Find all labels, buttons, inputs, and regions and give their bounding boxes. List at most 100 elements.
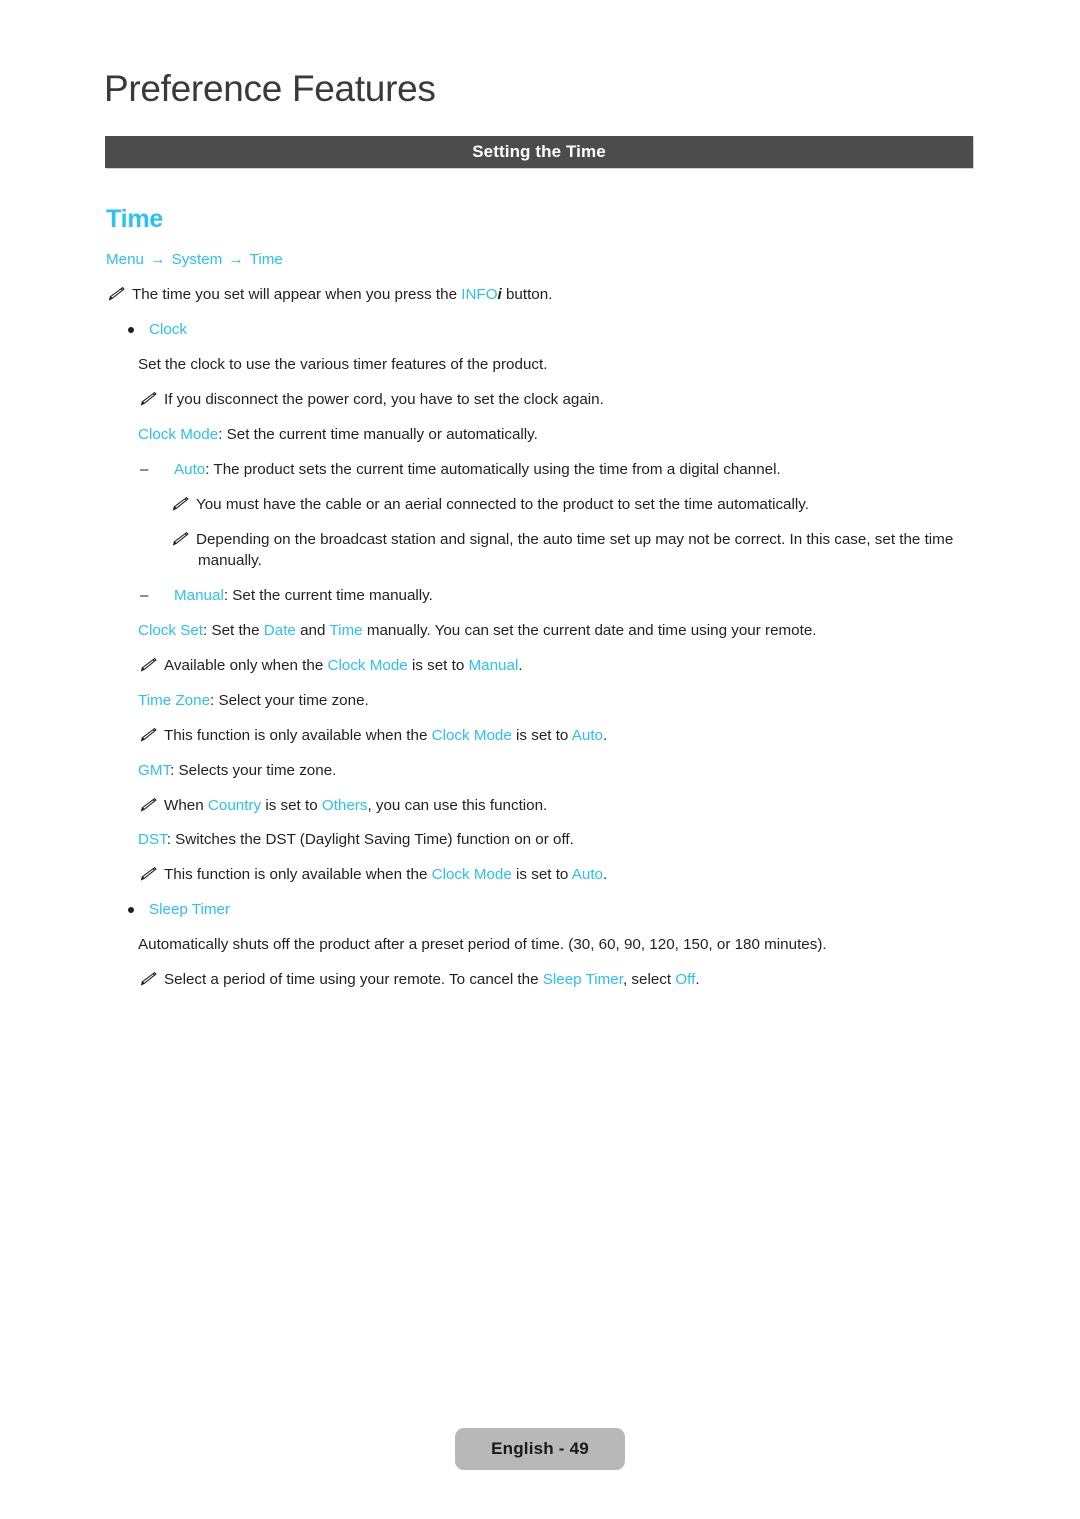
option-key-auto: Auto: [174, 460, 206, 478]
setting-key-dst: DST: [138, 831, 167, 849]
setting-clock-mode: Clock Mode: Set the current time manuall…: [138, 425, 986, 446]
setting-gmt: GMT: Selects your time zone.: [138, 761, 986, 782]
note-key-manual: Manual: [468, 656, 519, 674]
pencil-note-icon: [170, 496, 192, 511]
breadcrumb-item-time[interactable]: Time: [250, 251, 283, 268]
note-mid: , select: [622, 971, 676, 989]
note-pre: This function is only available when the: [164, 726, 432, 744]
note-key-off: Off: [675, 971, 696, 989]
setting-key-time: Time: [329, 621, 363, 639]
note-key-sleep-timer: Sleep Timer: [542, 971, 623, 989]
note-power-cord: If you disconnect the power cord, you ha…: [138, 390, 986, 411]
option-desc-manual: : Set the current time manually.: [223, 586, 433, 604]
bullet-dot-icon: [128, 907, 134, 914]
note-key-auto: Auto: [571, 726, 603, 744]
chapter-title: Preference Features: [104, 68, 436, 109]
dash-icon: –: [140, 586, 149, 604]
pencil-note-icon: [138, 391, 160, 406]
note-intro-text: The time you set will appear when you pr…: [132, 286, 552, 303]
list-item-clock: Clock: [122, 320, 986, 341]
section-header-bar: Setting the Time: [105, 136, 973, 168]
pencil-note-icon: [138, 866, 160, 882]
note-post: .: [518, 656, 523, 674]
setting-key-gmt: GMT: [138, 761, 171, 779]
note-mid: is set to: [511, 866, 572, 884]
clock-set-seg1: : Set the: [203, 621, 264, 639]
list-item-label: Clock: [149, 320, 187, 338]
dash-icon: –: [140, 460, 149, 478]
note-clock-set-text: Available only when the Clock Mode is se…: [164, 657, 523, 674]
breadcrumb-arrow-icon: →: [228, 251, 244, 268]
pencil-note-icon: [170, 531, 192, 546]
note-key-others: Others: [321, 796, 368, 814]
note-key-clock-mode: Clock Mode: [431, 726, 512, 744]
setting-key-time-zone: Time Zone: [138, 691, 211, 709]
setting-desc-gmt: : Selects your time zone.: [170, 761, 337, 779]
note-cable-aerial: You must have the cable or an aerial con…: [170, 495, 986, 516]
option-desc-auto: : The product sets the current time auto…: [205, 460, 781, 478]
option-manual: – Manual: Set the current time manually.: [138, 586, 986, 607]
note-key-clock-mode: Clock Mode: [327, 656, 408, 674]
clock-set-seg2: and: [295, 621, 330, 639]
note-pre: When: [164, 796, 208, 814]
pencil-note-icon: [138, 971, 160, 986]
note-pre: Select a period of time using your remot…: [164, 971, 543, 989]
setting-desc-clock-mode: : Set the current time manually or autom…: [218, 425, 538, 443]
note-pre: Available only when the: [164, 656, 328, 674]
note-mid: is set to: [407, 656, 469, 674]
pencil-note-icon: [138, 797, 160, 812]
setting-key-clock-set: Clock Set: [138, 621, 203, 639]
note-power-cord-text: If you disconnect the power cord, you ha…: [164, 390, 604, 408]
note-time-zone-text: This function is only available when the…: [164, 727, 607, 744]
note-cable-aerial-text: You must have the cable or an aerial con…: [196, 495, 809, 513]
setting-clock-set: Clock Set: Set the Date and Time manuall…: [138, 621, 986, 642]
setting-key-date: Date: [263, 621, 296, 639]
note-broadcast-station: Depending on the broadcast station and s…: [170, 530, 986, 572]
note-post: .: [603, 866, 608, 884]
page-footer: English - 49: [455, 1428, 625, 1470]
note-intro-post: button.: [501, 285, 553, 303]
note-pre: This function is only available when the: [164, 866, 432, 884]
breadcrumb-arrow-icon: →: [150, 251, 166, 268]
note-key-country: Country: [207, 796, 262, 814]
page-title: Time: [106, 205, 164, 233]
note-intro-info-button: The time you set will appear when you pr…: [106, 285, 986, 306]
list-item-label: Sleep Timer: [149, 901, 231, 919]
note-time-zone-availability: This function is only available when the…: [138, 726, 986, 747]
setting-desc-time-zone: : Select your time zone.: [210, 691, 369, 709]
sleep-timer-description: Automatically shuts off the product afte…: [138, 936, 827, 954]
bullet-dot-icon: [128, 326, 134, 333]
setting-desc-dst: : Switches the DST (Daylight Saving Time…: [166, 831, 574, 849]
clock-intro-text: Set the clock to use the various timer f…: [138, 355, 548, 373]
note-mid: is set to: [261, 796, 322, 814]
note-dst-text: This function is only available when the…: [164, 866, 607, 883]
note-gmt-country: When Country is set to Others, you can u…: [138, 796, 986, 817]
note-post: , you can use this function.: [367, 796, 548, 814]
note-broadcast-station-text: Depending on the broadcast station and s…: [196, 530, 954, 569]
note-dst-availability: This function is only available when the…: [138, 865, 986, 886]
setting-dst: DST: Switches the DST (Daylight Saving T…: [138, 830, 986, 851]
breadcrumb-item-menu[interactable]: Menu: [106, 251, 144, 268]
breadcrumb: Menu → System → Time: [106, 250, 986, 271]
note-key-auto: Auto: [571, 866, 603, 884]
option-auto: – Auto: The product sets the current tim…: [138, 460, 986, 481]
info-button-key: INFO: [461, 285, 498, 303]
note-intro-pre: The time you set will appear when you pr…: [132, 285, 462, 303]
pencil-note-icon: [138, 727, 160, 742]
note-post: .: [695, 971, 700, 989]
note-sleep-timer-cancel: Select a period of time using your remot…: [138, 970, 986, 991]
setting-key-clock-mode: Clock Mode: [138, 425, 219, 443]
section-header-label: Setting the Time: [472, 142, 606, 161]
note-post: .: [603, 726, 608, 744]
pencil-note-icon: [106, 286, 128, 301]
clock-set-seg3: manually. You can set the current date a…: [362, 621, 817, 639]
pencil-note-icon: [138, 657, 160, 672]
setting-time-zone: Time Zone: Select your time zone.: [138, 691, 986, 712]
page-number-label: English - 49: [491, 1439, 589, 1458]
option-key-manual: Manual: [174, 586, 224, 604]
breadcrumb-item-system[interactable]: System: [172, 251, 223, 268]
note-sleep-timer-text: Select a period of time using your remot…: [164, 971, 700, 988]
content-body: Menu → System → Time The time you set wi…: [106, 250, 986, 991]
document-page: Preference Features Setting the Time Tim…: [0, 0, 1080, 1519]
note-key-clock-mode: Clock Mode: [431, 866, 512, 884]
